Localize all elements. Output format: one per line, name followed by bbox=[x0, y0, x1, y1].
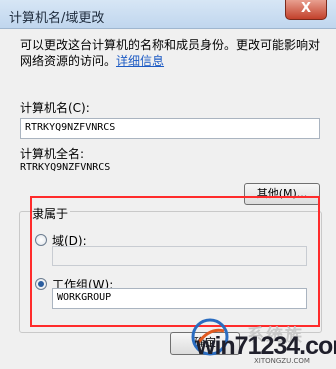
computer-name-label: 计算机名(C): bbox=[20, 101, 90, 115]
workgroup-radio[interactable] bbox=[35, 278, 47, 290]
workgroup-input[interactable]: WORKGROUP bbox=[52, 288, 307, 309]
domain-input[interactable] bbox=[52, 246, 307, 266]
computer-name-input[interactable]: RTRKYQ9NZFVNRCS bbox=[20, 118, 320, 139]
watermark: 系统族 win71234.com XITONGZU.COM bbox=[172, 315, 336, 369]
computer-name-dialog: 计算机名/域更改 X 可以更改这台计算机的名称和成员身份。更改可能影响对网络资源… bbox=[0, 0, 336, 369]
member-of-legend: 隶属于 bbox=[30, 205, 71, 222]
close-icon: X bbox=[300, 1, 312, 16]
full-name-value: RTRKYQ9NZFVNRCS bbox=[20, 162, 111, 173]
description-text: 可以更改这台计算机的名称和成员身份。更改可能影响对网络资源的访问。 bbox=[20, 38, 321, 68]
description: 可以更改这台计算机的名称和成员身份。更改可能影响对网络资源的访问。详细信息 bbox=[20, 37, 326, 69]
other-button[interactable]: 其他(M)... bbox=[244, 183, 320, 205]
title-bar: 计算机名/域更改 X bbox=[0, 0, 336, 29]
close-button[interactable]: X bbox=[285, 0, 327, 20]
domain-radio[interactable] bbox=[35, 234, 47, 246]
window-title: 计算机名/域更改 bbox=[9, 11, 105, 26]
watermark-url: XITONGZU.COM bbox=[254, 357, 310, 365]
details-link[interactable]: 详细信息 bbox=[116, 54, 164, 68]
full-name-label: 计算机全名: bbox=[20, 147, 85, 161]
